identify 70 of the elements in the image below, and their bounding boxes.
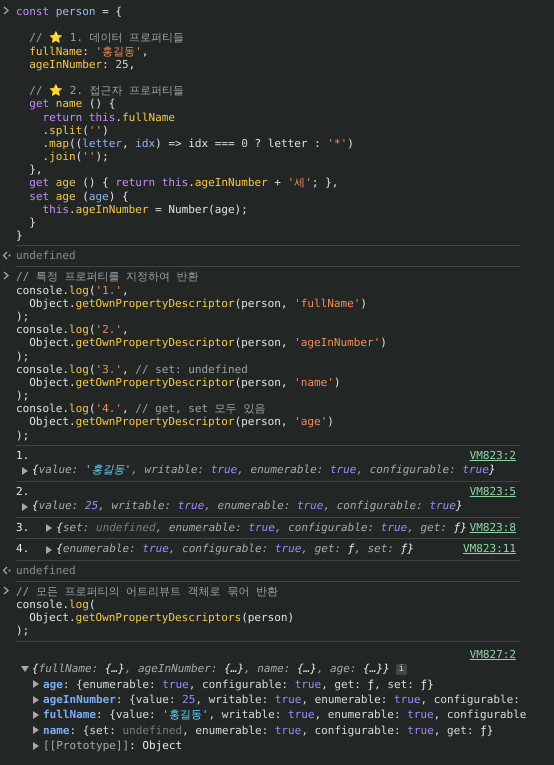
collapsed-triangle-icon[interactable]	[32, 726, 40, 734]
collapsed-triangle-icon[interactable]	[32, 711, 40, 720]
code-line: .split('')	[41, 124, 110, 137]
code-line: this.ageInNumber = Number(age);	[41, 202, 249, 216]
code-line: return this.fullName	[41, 110, 176, 124]
collapsed-triangle-icon[interactable]	[21, 466, 29, 475]
code-line: .join('');	[41, 150, 110, 164]
code-line: Object.getOwnPropertyDescriptor(person, 'ageInNumber')	[28, 336, 388, 350]
return-value: undefined	[16, 564, 76, 578]
prompt-chevron-icon	[2, 6, 10, 15]
return-value: undefined	[16, 249, 76, 264]
source-link[interactable]: VM823:2	[470, 448, 520, 464]
object-preview[interactable]: {fullName: {…}, ageInNumber: {…}, name: {…}, age: {…}}	[32, 662, 390, 677]
code-line: );	[16, 310, 30, 324]
return-arrow-icon	[2, 251, 11, 260]
log-label: 2.	[16, 484, 30, 500]
source-link[interactable]: VM823:8	[470, 520, 520, 536]
collapsed-triangle-icon[interactable]	[32, 696, 40, 704]
source-link[interactable]: VM823:11	[463, 542, 520, 557]
code-line: // ⭐ 2. 접근자 프로퍼티들	[28, 84, 186, 98]
info-badge[interactable]: i	[396, 664, 408, 675]
code-line: fullName: '홍길동',	[28, 44, 150, 58]
collapsed-triangle-icon[interactable]	[32, 680, 40, 688]
code-line: get age () { return this.ageInNumber + '세'; },	[28, 176, 340, 190]
code-line: );	[16, 428, 30, 442]
collapsed-triangle-icon[interactable]	[45, 524, 54, 532]
code-line: // ⭐ 1. 데이터 프로퍼티들	[28, 31, 186, 45]
code-line: );	[16, 389, 30, 402]
prompt-chevron-icon	[2, 271, 10, 280]
code-line: .map((letter, idx) => idx === 0 ? letter : '*')	[41, 136, 355, 150]
code-line: Object.getOwnPropertyDescriptors(person)	[28, 611, 296, 624]
code-line: }	[16, 229, 24, 242]
property-row[interactable]: name: {set: undefined, enumerable: true, configurable: true, get: ƒ}	[43, 722, 494, 738]
object-preview[interactable]: {set: undefined, enumerable: true, configurable: true, get: ƒ}	[56, 520, 467, 536]
code-line: );	[16, 350, 30, 363]
code-comment: // 모든 프로퍼티의 어트리뷰트 객체로 묶어 반환	[16, 584, 279, 598]
code-line: console.log('3.', // set: undefined	[16, 362, 249, 376]
code-line: Object.getOwnPropertyDescriptor(person, 'name')	[28, 376, 342, 390]
code-line: set age (age) {	[28, 190, 130, 203]
source-link[interactable]: VM827:2	[470, 648, 520, 662]
object-preview[interactable]: {value: 25, writable: true, enumerable: true, configurable: true}	[32, 499, 463, 514]
code-line: get name () {	[28, 97, 116, 110]
expanded-triangle-icon[interactable]	[21, 665, 29, 674]
code-line: Object.getOwnPropertyDescriptor(person, 'age')	[28, 415, 335, 429]
code-line: );	[16, 624, 30, 638]
code-line: ageInNumber: 25,	[28, 58, 136, 71]
code-line: },	[28, 163, 44, 176]
property-row[interactable]: fullName: {value: '홍길동', writable: true, enumerable: true, configurable	[43, 707, 526, 723]
collapsed-triangle-icon[interactable]	[45, 546, 54, 554]
object-preview[interactable]: {value: '홍길동', writable: true, enumerable: true, configurable: true}	[32, 463, 496, 478]
collapsed-triangle-icon[interactable]	[21, 502, 29, 511]
property-row[interactable]: ageInNumber: {value: 25, writable: true, enumerable: true, configurable:	[43, 692, 520, 708]
code-line: const person = {	[16, 5, 123, 18]
log-label: 1.	[16, 448, 30, 464]
object-preview[interactable]: {enumerable: true, configurable: true, get: ƒ, set: ƒ}	[56, 542, 414, 557]
property-row[interactable]: [[Prototype]]: Object	[43, 738, 182, 754]
log-label: 4.	[16, 542, 30, 557]
code-line: }	[28, 216, 37, 230]
code-line: console.log(	[16, 598, 96, 612]
prompt-chevron-icon	[2, 586, 10, 595]
code-comment: // 특정 프로퍼티를 지정하여 반환	[16, 270, 200, 284]
code-line: console.log('2.',	[16, 323, 130, 336]
source-link[interactable]: VM823:5	[470, 484, 520, 500]
property-row[interactable]: age: {enumerable: true, configurable: true, get: ƒ, set: ƒ}	[43, 676, 434, 692]
code-line: console.log('1.',	[16, 284, 130, 297]
code-line: console.log('4.', // get, set 모두 있음	[16, 402, 266, 416]
code-line: Object.getOwnPropertyDescriptor(person, 'fullName')	[28, 296, 368, 310]
return-arrow-icon	[2, 566, 11, 575]
log-label: 3.	[16, 520, 30, 536]
collapsed-triangle-icon[interactable]	[32, 742, 40, 750]
